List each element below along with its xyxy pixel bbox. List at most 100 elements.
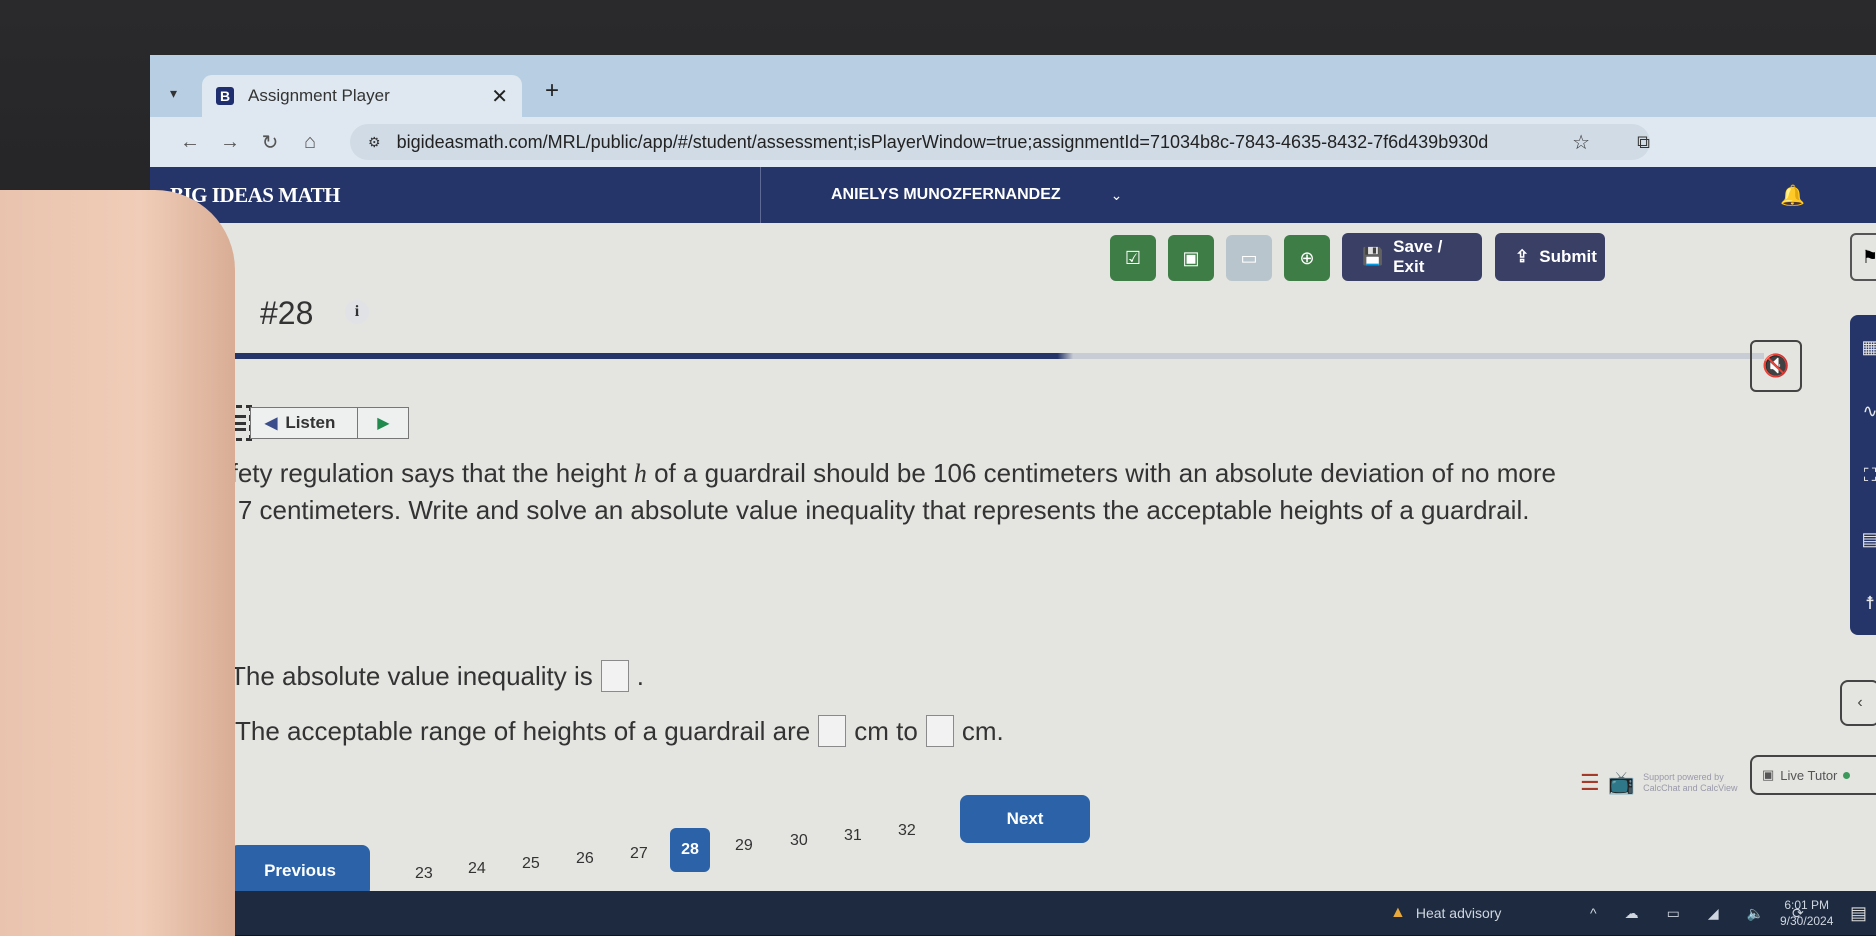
calcview-icon[interactable]: 📺 — [1608, 770, 1635, 796]
brand-logo: BIG IDEAS MATH — [170, 182, 340, 207]
whiteboard-icon: ▣ — [1182, 247, 1200, 268]
tab-title: Assignment Player — [248, 86, 390, 105]
page-28-current[interactable]: 28 — [670, 828, 710, 872]
address-bar-row: ← → ↻ ⌂ ⚙ bigideasmath.com/MRL/public/ap… — [150, 117, 1876, 167]
browser-tab-bar: ▾ B Assignment Player ✕ + — [150, 55, 1876, 117]
video-button[interactable]: ▭ — [1226, 235, 1272, 281]
save-exit-button[interactable]: 💾 Save / Exit — [1342, 233, 1482, 281]
range-line: The acceptable range of heights of a gua… — [235, 715, 1004, 747]
submit-label: Submit — [1539, 247, 1597, 266]
page-23[interactable]: 23 — [415, 865, 433, 883]
clock-time: 6:01 PM — [1784, 898, 1830, 912]
inequality-line: The absolute value inequality is . — [230, 660, 644, 692]
page-31[interactable]: 31 — [844, 827, 862, 845]
user-name[interactable]: ANIELYS MUNOZFERNANDEZ — [831, 186, 1061, 204]
forward-icon[interactable]: → — [210, 131, 250, 154]
favicon-icon: B — [216, 87, 234, 105]
checklist-button[interactable]: ☑ — [1110, 235, 1156, 281]
accessibility-icon[interactable]: ☨ — [1865, 593, 1875, 614]
site-info-icon[interactable]: ⚙ — [368, 134, 381, 151]
page-26[interactable]: 26 — [576, 850, 594, 868]
flag-button[interactable]: ⚑ — [1850, 233, 1876, 281]
close-tab-icon[interactable]: ✕ — [491, 84, 508, 109]
prompt-text-1: A safety regulation says that the height — [180, 458, 634, 488]
battery-icon[interactable]: ▭ — [1667, 905, 1680, 922]
tray-overflow-icon[interactable]: ^ — [1590, 905, 1597, 921]
live-tutor-icon: ▣ — [1762, 767, 1775, 782]
notification-icon[interactable]: ▤ — [1850, 903, 1867, 924]
page-30[interactable]: 30 — [790, 832, 808, 850]
save-icon: 💾 — [1362, 247, 1384, 266]
page-25[interactable]: 25 — [522, 855, 540, 873]
calcchat-icon[interactable]: ☰ — [1580, 770, 1600, 796]
system-tray: ^ ☁ ▭ ◢ 🔈 ⟳ — [1590, 905, 1804, 922]
video-icon: ▭ — [1240, 247, 1258, 268]
page-24[interactable]: 24 — [468, 860, 486, 878]
submit-button[interactable]: ⇪ Submit — [1495, 233, 1605, 281]
live-tutor-button[interactable]: ▣ Live Tutor — [1750, 755, 1876, 795]
inequality-input[interactable] — [600, 660, 629, 692]
support-banner: ☰ 📺 Support powered by CalcChat and Calc… — [1580, 770, 1763, 796]
question-divider — [194, 353, 1764, 359]
support-text: Support powered by CalcChat and CalcView — [1643, 772, 1738, 793]
onedrive-icon[interactable]: ☁ — [1625, 905, 1639, 922]
listen-widget: ◀ Listen ▶ — [216, 405, 410, 441]
back-icon[interactable]: ← — [170, 131, 210, 154]
range-high-input[interactable] — [925, 715, 954, 747]
app-header: BIG IDEAS MATH ANIELYS MUNOZFERNANDEZ ⌄ … — [150, 167, 1876, 223]
inequality-label: The absolute value inequality is — [230, 660, 593, 691]
volume-icon[interactable]: 🔈 — [1747, 905, 1764, 922]
warning-icon: ▲ — [1390, 904, 1406, 921]
range-mid-text: cm to — [854, 715, 918, 746]
listen-label: Listen — [285, 413, 336, 432]
range-low-input[interactable] — [818, 715, 847, 747]
url-input[interactable]: ⚙ bigideasmath.com/MRL/public/app/#/stud… — [350, 124, 1650, 160]
inequality-period: . — [636, 660, 645, 691]
weather-widget[interactable]: ▲ Heat advisory — [1390, 904, 1501, 922]
speaker-icon: ◀ — [265, 415, 278, 432]
graph-icon[interactable]: ⛶ — [1864, 465, 1876, 486]
page-27[interactable]: 27 — [630, 845, 648, 863]
checklist-icon: ☑ — [1124, 247, 1142, 268]
weather-text: Heat advisory — [1415, 905, 1502, 921]
wifi-icon[interactable]: ◢ — [1708, 905, 1719, 922]
upload-icon: ⇪ — [1515, 247, 1530, 266]
listen-button[interactable]: ◀ Listen — [251, 408, 359, 438]
whiteboard-button[interactable]: ▣ — [1168, 235, 1214, 281]
url-text: bigideasmath.com/MRL/public/app/#/studen… — [396, 131, 1489, 152]
live-tutor-label: Live Tutor — [1780, 767, 1838, 783]
tab-search-icon[interactable]: ▾ — [170, 85, 177, 102]
calendar-icon[interactable]: ▤ — [1861, 529, 1876, 550]
mute-icon: 🔇 — [1762, 353, 1790, 378]
os-taskbar: ▲ Heat advisory ^ ☁ ▭ ◢ 🔈 ⟳ 6:01 PM 9/30… — [150, 891, 1876, 935]
reload-icon[interactable]: ↻ — [250, 130, 290, 155]
save-exit-label: Save / Exit — [1393, 237, 1443, 276]
clock[interactable]: 6:01 PM 9/30/2024 — [1780, 897, 1833, 929]
browser-tab[interactable]: B Assignment Player ✕ — [202, 75, 522, 117]
online-status-dot — [1843, 771, 1851, 779]
collapse-panel-button[interactable]: ‹ — [1840, 680, 1876, 726]
new-tab-button[interactable]: + — [545, 77, 559, 105]
clock-date: 9/30/2024 — [1780, 914, 1834, 928]
chevron-left-icon: ‹ — [1857, 694, 1863, 711]
range-label: The acceptable range of heights of a gua… — [235, 715, 811, 746]
hand-occlusion — [0, 190, 235, 936]
bookmark-star-icon[interactable]: ☆ — [1572, 130, 1590, 155]
help-button[interactable]: ⊕ — [1284, 235, 1330, 281]
bell-icon[interactable]: 🔔 — [1780, 183, 1805, 208]
home-icon[interactable]: ⌂ — [290, 131, 330, 154]
calculator-icon[interactable]: ▦ — [1861, 337, 1876, 358]
extensions-icon[interactable]: ⧉ — [1637, 132, 1650, 153]
toolbar: ☑ ▣ ▭ ⊕ 💾 Save / Exit ⇪ Submit ⚑ — [150, 223, 1876, 293]
page-32[interactable]: 32 — [898, 822, 916, 840]
formula-icon[interactable]: ∿ — [1862, 401, 1876, 422]
mute-button[interactable]: 🔇 — [1750, 340, 1802, 392]
chevron-down-icon[interactable]: ⌄ — [1111, 187, 1123, 204]
previous-button[interactable]: Previous — [230, 845, 370, 897]
info-icon[interactable]: i — [345, 300, 369, 324]
next-button[interactable]: Next — [960, 795, 1090, 843]
play-button[interactable]: ▶ — [358, 408, 408, 438]
page-29[interactable]: 29 — [735, 837, 753, 855]
side-tools-panel: ▦ ∿ ⛶ ▤ ☨ — [1850, 315, 1876, 635]
flag-icon: ⚑ — [1861, 246, 1876, 267]
